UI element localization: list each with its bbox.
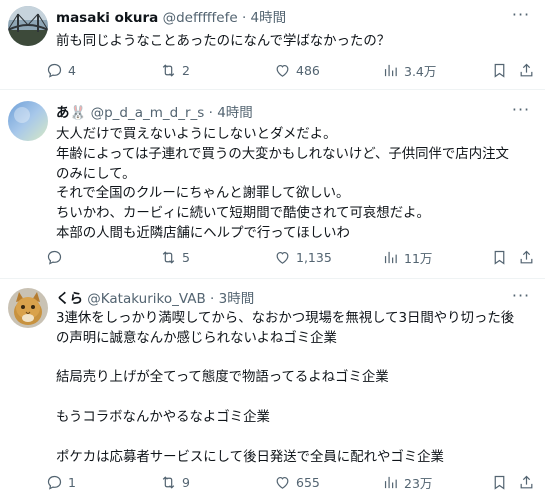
post-text: 前も同じようなことあったのになんで学ばなかったの？ — [56, 32, 535, 52]
action-bar: 4 2 486 3.4万 — [46, 60, 545, 80]
reply-icon — [47, 63, 62, 78]
timestamp[interactable]: · 4時間 — [209, 105, 253, 121]
repost-count: 5 — [182, 249, 190, 265]
post-line: ちいかわ、カービィに続いて短期間で酷使されて可哀想だよ。 — [56, 206, 430, 222]
views-button[interactable]: 23万 — [382, 472, 432, 492]
reply-button[interactable]: 4 — [46, 60, 76, 80]
like-icon — [276, 64, 289, 77]
like-button[interactable]: 486 — [274, 60, 320, 80]
views-button[interactable]: 11万 — [382, 247, 432, 267]
post-line — [56, 428, 535, 448]
repost-icon — [162, 250, 175, 264]
repost-count: 9 — [182, 474, 190, 490]
display-name[interactable]: masaki okura — [56, 10, 158, 26]
bookmark-button[interactable] — [491, 247, 508, 267]
post-header: あ🐰 @p_d_a_m_d_r_s · 4時間 — [56, 103, 505, 123]
post-line: それで全国のクルーにちゃんと謝罪して欲しい。 — [56, 186, 350, 202]
repost-icon — [162, 475, 175, 489]
share-icon — [520, 475, 533, 488]
post-header: くら @Katakuriko_VAB · 3時間 — [56, 289, 505, 309]
view-count: 11万 — [404, 250, 433, 266]
repost-button[interactable]: 2 — [160, 60, 190, 80]
more-icon[interactable]: ··· — [511, 102, 531, 123]
views-icon — [384, 476, 397, 488]
user-handle[interactable]: @defffffefe — [163, 10, 238, 26]
reply-button[interactable]: 1 — [46, 472, 76, 492]
bookmark-button[interactable] — [491, 472, 508, 492]
repost-button[interactable]: 5 — [160, 247, 190, 267]
share-icon — [520, 63, 533, 76]
post-line: のみにして。 — [56, 166, 136, 182]
views-icon — [384, 64, 397, 76]
post-line: もうコラボなんかやるなよゴミ企業 — [56, 409, 270, 425]
display-name[interactable]: くら — [56, 291, 83, 307]
avatar[interactable] — [8, 6, 48, 46]
post[interactable]: あ🐰 @p_d_a_m_d_r_s · 4時間 ··· 大人だけで買えないように… — [0, 91, 545, 279]
bookmark-button[interactable] — [491, 60, 508, 80]
post-line: 3連休をしっかり満喫してから、なおかつ現場を無視して3日間やり切った後 — [56, 311, 515, 326]
user-handle[interactable]: @p_d_a_m_d_r_s — [91, 105, 205, 121]
action-bar: 1 9 655 23万 — [46, 472, 545, 492]
view-count: 23万 — [404, 475, 433, 491]
post-text: 3連休をしっかり満喫してから、なおかつ現場を無視して3日間やり切った後 の声明に… — [56, 309, 535, 467]
post-line: 本部の人間も近隣店舗にヘルプで行ってほしいわ — [56, 225, 350, 241]
post-text: 大人だけで買えないようにしないとダメだよ。 年齢によっては子連れで買うの大変かも… — [56, 125, 535, 244]
post-line — [56, 349, 535, 369]
bookmark-icon — [494, 250, 505, 265]
reply-icon — [47, 250, 62, 265]
reply-count: 4 — [68, 62, 76, 78]
like-button[interactable]: 655 — [274, 472, 320, 492]
share-button[interactable] — [518, 472, 535, 492]
view-count: 3.4万 — [404, 63, 437, 79]
post-line: の声明に誠意なんか感じられないよねゴミ企業 — [56, 330, 337, 346]
bridge-photo-avatar-icon — [8, 6, 48, 46]
timestamp[interactable]: · 3時間 — [210, 291, 254, 307]
reply-icon — [47, 475, 62, 490]
more-icon[interactable]: ··· — [511, 288, 531, 309]
user-handle[interactable]: @Katakuriko_VAB — [87, 291, 205, 307]
like-count: 1,135 — [296, 249, 332, 265]
bookmark-icon — [494, 63, 505, 78]
display-name[interactable]: あ🐰 — [56, 105, 86, 121]
cat-photo-avatar-icon — [8, 288, 48, 328]
like-count: 655 — [296, 474, 320, 490]
post-header: masaki okura @defffffefe · 4時間 — [56, 8, 505, 28]
like-icon — [276, 476, 289, 489]
bookmark-icon — [494, 475, 505, 490]
post-line — [56, 388, 535, 408]
more-icon[interactable]: ··· — [511, 7, 531, 28]
avatar[interactable] — [8, 101, 48, 141]
share-button[interactable] — [518, 60, 535, 80]
reply-button[interactable] — [46, 247, 68, 267]
post-line: 前も同じようなことあったのになんで学ばなかったの？ — [56, 34, 391, 49]
like-icon — [276, 251, 289, 264]
repost-button[interactable]: 9 — [160, 472, 190, 492]
like-count: 486 — [296, 62, 320, 78]
post-line: ポケカは応募者サービスにして後日発送で全員に配れやゴミ企業 — [56, 449, 444, 465]
reply-count: 1 — [68, 474, 76, 490]
views-icon — [384, 251, 397, 263]
share-button[interactable] — [518, 247, 535, 267]
post-line: 結局売り上げが全てって態度で物語ってるよねゴミ企業 — [56, 370, 389, 386]
action-bar: 5 1,135 11万 — [46, 247, 545, 267]
like-button[interactable]: 1,135 — [274, 247, 332, 267]
views-button[interactable]: 3.4万 — [382, 60, 436, 80]
post-line: 大人だけで買えないようにしないとダメだよ。 — [56, 127, 337, 142]
avatar[interactable] — [8, 288, 48, 328]
post[interactable]: くら @Katakuriko_VAB · 3時間 ··· 3連休をしっかり満喫し… — [0, 280, 545, 502]
sky-gradient-avatar-icon — [8, 101, 48, 141]
repost-icon — [162, 63, 175, 77]
post-line: 年齢によっては子連れで買うの大変かもしれないけど、子供同伴で店内注文 — [56, 146, 509, 162]
post[interactable]: masaki okura @defffffefe · 4時間 ··· 前も同じよ… — [0, 0, 545, 90]
share-icon — [520, 250, 533, 263]
timestamp[interactable]: · 4時間 — [242, 10, 286, 26]
repost-count: 2 — [182, 62, 190, 78]
